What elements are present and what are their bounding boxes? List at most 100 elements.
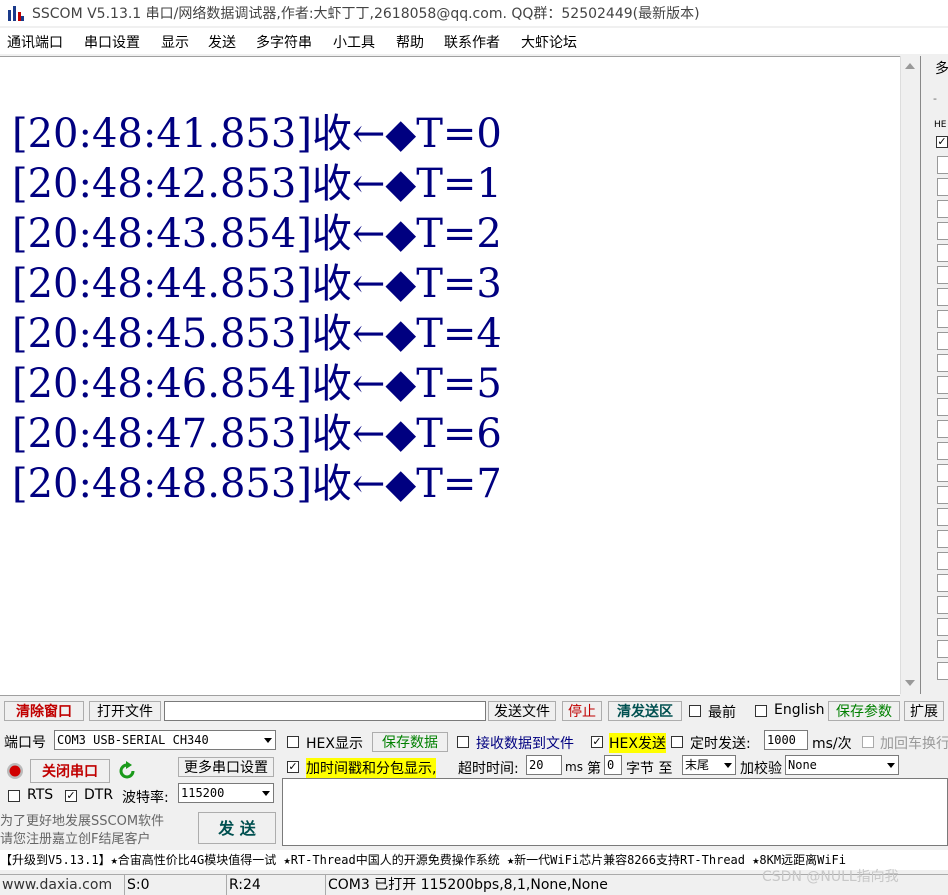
port-state: COM3 已打开 115200bps,8,1,None,None	[325, 875, 608, 895]
panel-string-field[interactable]	[937, 288, 948, 306]
recv-to-file-checkbox[interactable]	[457, 736, 469, 748]
more-serial-settings-button[interactable]: 更多串口设置	[178, 757, 274, 777]
baud-rate-select[interactable]: 115200	[178, 783, 274, 803]
add-crlf-label: 加回车换行	[880, 736, 948, 752]
byte-index-input[interactable]: 0	[604, 755, 622, 775]
english-checkbox[interactable]	[755, 705, 767, 717]
send-text-area[interactable]	[282, 778, 948, 846]
send-file-button[interactable]: 发送文件	[488, 701, 556, 721]
rts-checkbox[interactable]	[8, 790, 20, 802]
promo-text-line2[interactable]: 请您注册嘉立创F结尾客户	[0, 828, 150, 847]
menu-multi-string[interactable]: 多字符串	[256, 32, 312, 52]
most-front-label: 最前	[708, 705, 736, 721]
panel-string-field[interactable]	[937, 266, 948, 284]
panel-string-field[interactable]	[937, 354, 948, 372]
menu-serial-settings[interactable]: 串口设置	[84, 32, 140, 52]
checksum-select[interactable]: None	[785, 755, 899, 775]
panel-string-field[interactable]	[937, 530, 948, 548]
panel-string-field[interactable]	[937, 596, 948, 614]
menu-help[interactable]: 帮助	[396, 32, 424, 52]
panel-string-field[interactable]	[937, 464, 948, 482]
port-select[interactable]: COM3 USB-SERIAL CH340	[54, 730, 276, 750]
receive-line: [20:48:42.853]收←◆T=1	[12, 161, 502, 207]
app-logo-icon	[8, 6, 24, 21]
end-position-select[interactable]: 末尾	[682, 755, 736, 775]
panel-string-field[interactable]	[937, 640, 948, 658]
panel-string-field[interactable]	[937, 442, 948, 460]
scroll-down-icon[interactable]	[905, 680, 915, 686]
chevron-down-icon	[887, 763, 895, 768]
save-data-button[interactable]: 保存数据	[372, 732, 448, 752]
timestamp-checkbox[interactable]: ✓	[287, 761, 299, 773]
receive-line: [20:48:47.853]收←◆T=6	[12, 411, 502, 457]
clear-send-area-button[interactable]: 清发送区	[608, 701, 682, 721]
receive-line: [20:48:45.853]收←◆T=4	[12, 311, 502, 357]
most-front-checkbox[interactable]	[689, 705, 701, 717]
chevron-down-icon	[264, 738, 272, 743]
expand-button[interactable]: 扩展	[904, 701, 944, 721]
refresh-icon[interactable]	[116, 760, 138, 782]
menu-bar: 通讯端口 串口设置 显示 发送 多字符串 小工具 帮助 联系作者 大虾论坛	[0, 28, 948, 54]
receive-line: [20:48:48.853]收←◆T=7	[12, 461, 502, 507]
receive-scrollbar[interactable]	[900, 56, 919, 694]
panel-string-field[interactable]	[937, 244, 948, 262]
hex-display-checkbox[interactable]	[287, 736, 299, 748]
promo-text-line1[interactable]: 为了更好地发展SSCOM软件	[0, 810, 164, 829]
timed-send-label: 定时发送:	[690, 736, 751, 752]
window-title: SSCOM V5.13.1 串口/网络数据调试器,作者:大虾丁丁,2618058…	[32, 6, 700, 22]
close-port-button[interactable]: 关闭串口	[30, 759, 110, 783]
menu-forum[interactable]: 大虾论坛	[521, 32, 577, 52]
open-file-button[interactable]: 打开文件	[89, 701, 161, 721]
receive-area[interactable]: [20:48:41.853]收←◆T=0 [20:48:42.853]收←◆T=…	[0, 56, 900, 696]
panel-string-field[interactable]	[937, 662, 948, 680]
chevron-down-icon	[262, 791, 270, 796]
panel-string-field[interactable]	[937, 376, 948, 394]
panel-string-field[interactable]	[937, 398, 948, 416]
panel-string-field[interactable]	[937, 178, 948, 196]
dtr-checkbox[interactable]: ✓	[65, 790, 77, 802]
baud-rate-value: 115200	[181, 786, 225, 800]
panel-hex-checkbox[interactable]: ✓	[936, 136, 948, 148]
file-path-input[interactable]	[164, 701, 486, 721]
port-label: 端口号	[4, 735, 46, 751]
panel-string-field[interactable]	[937, 486, 948, 504]
receive-line: [20:48:43.854]收←◆T=2	[12, 211, 502, 257]
menu-tools[interactable]: 小工具	[333, 32, 375, 52]
hex-display-label: HEX显示	[306, 736, 363, 752]
panel-string-field[interactable]	[937, 618, 948, 636]
timeout-input[interactable]: 20	[526, 755, 562, 775]
received-count: R:24	[226, 875, 261, 895]
checksum-value: None	[788, 758, 817, 772]
send-interval-input[interactable]: 1000	[764, 730, 808, 750]
add-crlf-checkbox[interactable]	[862, 736, 874, 748]
panel-string-field[interactable]	[937, 332, 948, 350]
timed-send-checkbox[interactable]	[671, 736, 683, 748]
panel-string-field[interactable]	[937, 310, 948, 328]
panel-tab-label[interactable]: 多	[935, 58, 948, 78]
menu-send[interactable]: 发送	[208, 32, 236, 52]
clear-window-button[interactable]: 清除窗口	[4, 701, 84, 721]
menu-comm-port[interactable]: 通讯端口	[7, 32, 63, 52]
timestamp-label: 加时间戳和分包显示,	[306, 758, 437, 778]
watermark-text: CSDN @NULL指向我	[762, 869, 899, 885]
panel-string-field[interactable]	[937, 156, 948, 174]
panel-string-field[interactable]	[937, 420, 948, 438]
website-link[interactable]: www.daxia.com	[0, 875, 112, 895]
checksum-label: 加校验	[740, 761, 782, 777]
hex-send-checkbox[interactable]: ✓	[591, 736, 603, 748]
recv-to-file-label[interactable]: 接收数据到文件	[476, 733, 574, 753]
menu-display[interactable]: 显示	[161, 32, 189, 52]
receive-line: [20:48:46.854]收←◆T=5	[12, 361, 502, 407]
panel-string-field[interactable]	[937, 552, 948, 570]
send-button[interactable]: 发 送	[198, 812, 276, 844]
panel-string-field[interactable]	[937, 508, 948, 526]
panel-string-field[interactable]	[937, 200, 948, 218]
save-params-button[interactable]: 保存参数	[828, 701, 900, 721]
menu-contact-author[interactable]: 联系作者	[444, 32, 500, 52]
panel-string-field[interactable]	[937, 574, 948, 592]
multi-string-panel: 多 - HE ✓	[920, 56, 948, 694]
stop-button[interactable]: 停止	[562, 701, 602, 721]
panel-string-field[interactable]	[937, 222, 948, 240]
scroll-up-icon[interactable]	[905, 63, 915, 69]
rts-label: RTS	[27, 787, 54, 803]
